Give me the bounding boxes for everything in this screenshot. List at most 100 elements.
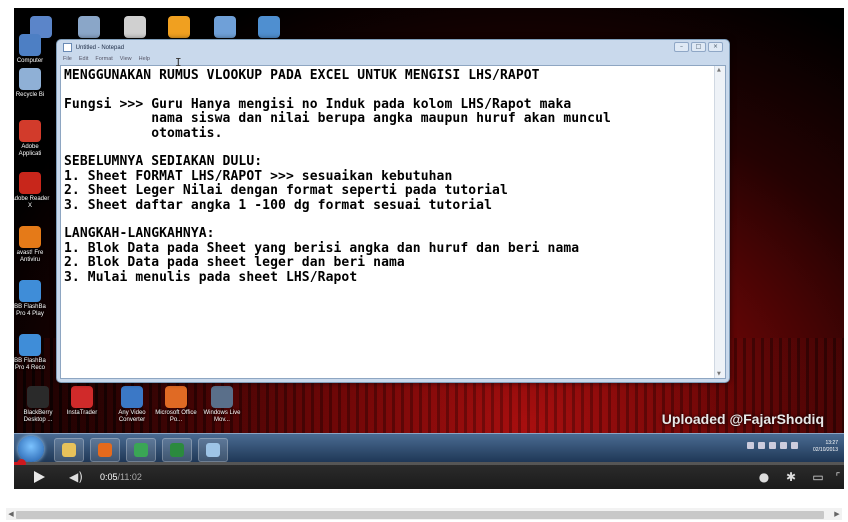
play-icon (34, 471, 45, 483)
tray-icons (747, 442, 798, 449)
desktop-shortcut-label: Windows Live Mov... (203, 410, 241, 423)
desktop-shortcut-label: Computer (16, 58, 44, 64)
desktop-icon-5 (214, 16, 236, 38)
scroll-left-icon[interactable]: ◀ (6, 508, 16, 520)
current-time: 0:05 (100, 472, 118, 482)
notepad-menu-item: Help (138, 56, 150, 62)
notepad-menu-item: Edit (78, 56, 89, 62)
play-button[interactable] (30, 465, 48, 489)
blackberry-icon (27, 386, 49, 408)
maximize-icon: □ (691, 42, 706, 52)
notepad-editor: MENGGUNAKAN RUMUS VLOOKUP PADA EXCEL UNT… (60, 65, 726, 379)
desktop-icon-3 (124, 16, 146, 38)
movie-maker-icon (211, 386, 233, 408)
volume-button[interactable]: ◀) (66, 465, 86, 489)
desktop-icon-6 (258, 16, 280, 38)
notepad-menu-item: File (63, 56, 72, 62)
flashback-record-icon (19, 334, 41, 356)
notepad-window: Untitled - Notepad – □ × File Edit Format V… (56, 39, 730, 383)
player-controls: ◀) 0:05 / 11:02 ● ✱ ▭ ⌜ (14, 465, 844, 489)
desktop-shortcut: Adobe Reader X (14, 172, 50, 210)
notepad-app-icon (63, 43, 72, 52)
desktop-shortcut-label: Adobe Reader X (14, 196, 50, 209)
taskbar-app-button (90, 438, 120, 462)
desktop-shortcut: Recycle Bi (14, 68, 50, 99)
desktop-shortcut (210, 16, 240, 38)
desktop-shortcut-label: avast! Fre Antiviru (16, 250, 44, 263)
desktop-shortcut: Adobe Applicati (14, 120, 50, 158)
notepad-icon (206, 443, 220, 457)
scrollbar-thumb[interactable] (16, 511, 824, 519)
scroll-right-icon[interactable]: ▶ (832, 508, 842, 520)
firefox-icon (98, 443, 112, 457)
desktop-shortcut: BB FlashBa Pro 4 Play (14, 280, 50, 318)
minimize-icon: – (674, 42, 689, 52)
desktop-shortcut (74, 16, 104, 38)
recycle-bin-icon (19, 68, 41, 90)
taskbar-app-button (126, 438, 156, 462)
folder-icon (62, 443, 76, 457)
time-display: 0:05 / 11:02 (100, 465, 142, 489)
desktop-shortcut: Computer (14, 34, 50, 65)
fullscreen-button[interactable]: ⌜ (832, 465, 844, 489)
desktop-shortcut-label: BB FlashBa Pro 4 Reco (14, 358, 46, 371)
desktop-shortcut: InstaTrader (60, 386, 104, 417)
excel-icon (170, 443, 184, 457)
desktop-shortcut: avast! Fre Antiviru (14, 226, 50, 264)
tray-clock-date: 02/10/2013 (812, 447, 838, 453)
notepad-titlebar: Untitled - Notepad (63, 43, 124, 53)
notepad-title: Untitled - Notepad (75, 45, 125, 52)
notepad-menu-item: Format (95, 56, 113, 62)
player-size-button[interactable]: ▭ (808, 465, 828, 489)
notepad-menubar: File Edit Format View Help (63, 56, 150, 62)
fullscreen-icon: ⌜ (835, 471, 841, 483)
settings-button[interactable]: ✱ (782, 465, 800, 489)
desktop-shortcut-label: Adobe Applicati (18, 144, 42, 157)
desktop-icon-4 (168, 16, 190, 38)
desktop-shortcut (254, 16, 284, 38)
page-horizontal-scrollbar[interactable]: ◀ ▶ (6, 508, 842, 520)
annotations-button[interactable]: ● (756, 465, 772, 489)
video-converter-icon (121, 386, 143, 408)
desktop-shortcut (164, 16, 194, 38)
desktop-shortcut: BlackBerry Desktop ... (16, 386, 60, 424)
system-tray: 13:27 02/10/2013 (747, 440, 838, 454)
notepad-menu-item: View (119, 56, 132, 62)
windows-taskbar: 13:27 02/10/2013 (14, 433, 844, 464)
desktop-shortcut: Any Video Converter (110, 386, 154, 424)
theater-mode-icon: ▭ (812, 470, 824, 484)
desktop-shortcut: Windows Live Mov... (200, 386, 244, 424)
close-icon: × (708, 42, 723, 52)
notepad-text: MENGGUNAKAN RUMUS VLOOKUP PADA EXCEL UNT… (64, 68, 611, 285)
desktop-shortcut-label: Any Video Converter (118, 410, 146, 423)
adobe-reader-icon (19, 172, 41, 194)
taskbar-app-button (54, 438, 84, 462)
gear-icon: ✱ (785, 470, 797, 484)
notepad-scrollbar (714, 66, 725, 378)
desktop-shortcut-label: InstaTrader (66, 410, 98, 416)
uploader-watermark: Uploaded @FajarShodiq (661, 411, 824, 427)
desktop-shortcut-label: BB FlashBa Pro 4 Play (14, 304, 46, 317)
desktop-shortcut (120, 16, 150, 38)
avast-icon (19, 226, 41, 248)
desktop-shortcut: Microsoft Office Po... (154, 386, 198, 424)
window-controls: – □ × (674, 42, 723, 52)
video-player[interactable]: Computer Recycle Bi Adobe Applicati Adobe R… (14, 8, 844, 489)
taskbar-app-button (198, 438, 228, 462)
volume-icon: ◀) (69, 470, 83, 484)
annotations-icon: ● (758, 470, 770, 484)
instatrader-icon (71, 386, 93, 408)
desktop-icon-2 (78, 16, 100, 38)
chrome-icon (134, 443, 148, 457)
duration: 11:02 (120, 472, 142, 482)
tray-clock-time: 13:27 (825, 440, 838, 446)
desktop-shortcut-label: Microsoft Office Po... (155, 410, 197, 423)
desktop-shortcut: BB FlashBa Pro 4 Reco (14, 334, 50, 372)
office-icon (165, 386, 187, 408)
flashback-play-icon (19, 280, 41, 302)
desktop-shortcut-label: Recycle Bi (15, 92, 45, 98)
text-cursor-icon: I (175, 56, 182, 69)
adobe-icon (19, 120, 41, 142)
taskbar-app-button (162, 438, 192, 462)
desktop-shortcut-label: BlackBerry Desktop ... (23, 410, 53, 423)
